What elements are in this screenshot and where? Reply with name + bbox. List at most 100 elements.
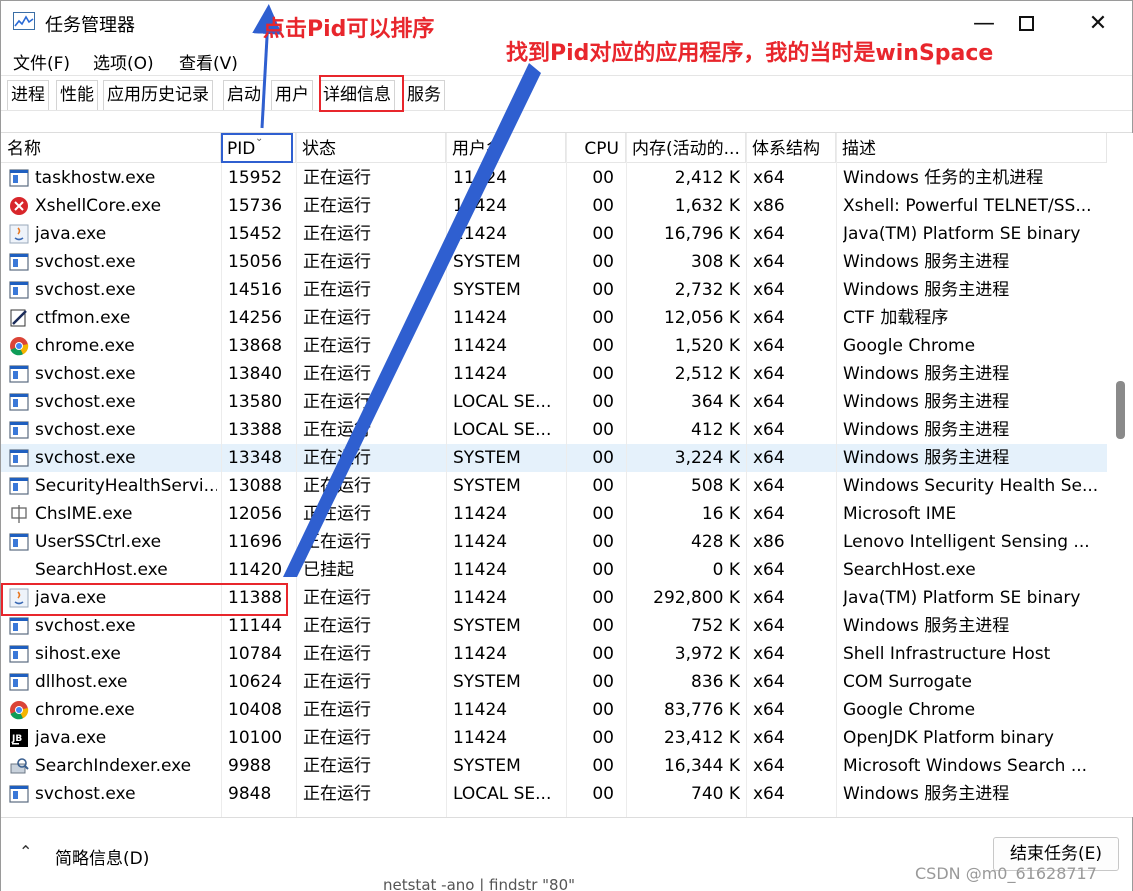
window-app-icon: [9, 476, 29, 496]
menu-options[interactable]: 选项(O): [93, 49, 154, 74]
cell-name: chrome.exe: [35, 336, 135, 356]
cell-user: 11424: [453, 504, 508, 524]
cell-memory: 412 K: [691, 420, 740, 440]
cell-cpu: 00: [592, 616, 614, 636]
table-row[interactable]: SecurityHealthServi... 13088 正在运行 SYSTEM 00 5…: [1, 472, 1107, 500]
tab-app-history[interactable]: 应用历史记录: [103, 80, 213, 110]
table-row[interactable]: JB java.exe 10100 正在运行 11424 00 23,412 K x64 Ope…: [1, 724, 1107, 752]
cell-arch: x64: [753, 364, 785, 384]
cell-status: 已挂起: [303, 560, 354, 580]
task-manager-window: 任务管理器 — ✕ 文件(F) 选项(O) 查看(V) 进程 性能 应用历史记录…: [0, 0, 1133, 891]
cell-pid: 12056: [228, 504, 283, 524]
cell-name: dllhost.exe: [35, 672, 128, 692]
column-divider: [566, 133, 567, 817]
table-row[interactable]: svchost.exe 11144 正在运行 SYSTEM 00 752 K x64 Wind…: [1, 612, 1107, 640]
tab-performance[interactable]: 性能: [56, 80, 98, 110]
cell-pid: 11144: [228, 616, 283, 636]
cell-arch: x64: [753, 672, 785, 692]
cell-user: 11424: [453, 588, 508, 608]
table-row[interactable]: svchost.exe 9848 正在运行 LOCAL SE... 00 740 K x64…: [1, 780, 1107, 808]
tab-startup[interactable]: 启动: [223, 80, 265, 110]
cell-status: 正在运行: [303, 308, 371, 328]
maximize-button[interactable]: [1003, 7, 1049, 39]
table-row[interactable]: java.exe 11388 正在运行 11424 00 292,800 K x64 Java…: [1, 584, 1107, 612]
tab-processes[interactable]: 进程: [7, 80, 49, 110]
scrollbar-thumb[interactable]: [1116, 381, 1125, 439]
window-app-icon: [9, 644, 29, 664]
cell-memory: 16 K: [701, 504, 740, 524]
cell-desc: Java(TM) Platform SE binary: [843, 224, 1081, 244]
column-divider: [746, 133, 747, 817]
column-header-user[interactable]: 用户名: [446, 133, 566, 163]
column-header-status[interactable]: 状态: [296, 133, 446, 163]
cell-status: 正在运行: [303, 672, 371, 692]
cell-pid: 9988: [228, 756, 272, 776]
cell-arch: x64: [753, 644, 785, 664]
cell-status: 正在运行: [303, 700, 371, 720]
cell-status: 正在运行: [303, 784, 371, 804]
cell-cpu: 00: [592, 336, 614, 356]
column-header-name[interactable]: 名称: [1, 133, 221, 163]
close-button[interactable]: ✕: [1075, 7, 1121, 39]
cell-desc: CTF 加载程序: [843, 308, 949, 328]
cell-status: 正在运行: [303, 168, 371, 188]
table-row[interactable]: chrome.exe 13868 正在运行 11424 00 1,520 K x64 Goog…: [1, 332, 1107, 360]
cell-cpu: 00: [592, 476, 614, 496]
table-row[interactable]: java.exe 15452 正在运行 11424 00 16,796 K x64 Java(…: [1, 220, 1107, 248]
table-row[interactable]: sihost.exe 10784 正在运行 11424 00 3,972 K x64 Shel…: [1, 640, 1107, 668]
table-row[interactable]: svchost.exe 13840 正在运行 11424 00 2,512 K x64 Win…: [1, 360, 1107, 388]
window-title: 任务管理器: [45, 15, 135, 36]
chevron-up-icon[interactable]: ⌃: [19, 842, 32, 861]
table-row[interactable]: dllhost.exe 10624 正在运行 SYSTEM 00 836 K x64 COM …: [1, 668, 1107, 696]
cell-pid: 9848: [228, 784, 272, 804]
cell-status: 正在运行: [303, 280, 371, 300]
table-row[interactable]: svchost.exe 13348 正在运行 SYSTEM 00 3,224 K x64 Wi…: [1, 444, 1107, 472]
menu-file[interactable]: 文件(F): [13, 49, 70, 74]
table-row[interactable]: SearchHost.exe 11420 已挂起 11424 00 0 K x64 Searc…: [1, 556, 1107, 584]
vertical-scrollbar[interactable]: [1107, 133, 1133, 817]
fewer-details-link[interactable]: 简略信息(D): [55, 844, 149, 869]
cell-user: SYSTEM: [453, 476, 521, 496]
sort-hint-annotation: 点击Pid可以排序: [263, 17, 435, 42]
table-row[interactable]: svchost.exe 13580 正在运行 LOCAL SE... 00 364 K x6…: [1, 388, 1107, 416]
table-row[interactable]: ChsIME.exe 12056 正在运行 11424 00 16 K x64 Microso…: [1, 500, 1107, 528]
table-row[interactable]: SearchIndexer.exe 9988 正在运行 SYSTEM 00 16,344 …: [1, 752, 1107, 780]
cell-cpu: 00: [592, 728, 614, 748]
column-header-cpu[interactable]: CPU: [566, 133, 626, 163]
cell-desc: Google Chrome: [843, 700, 976, 720]
cell-cpu: 00: [592, 532, 614, 552]
table-row[interactable]: UserSSCtrl.exe 11696 正在运行 11424 00 428 K x86 Le…: [1, 528, 1107, 556]
cell-desc: OpenJDK Platform binary: [843, 728, 1054, 748]
cell-pid: 13840: [228, 364, 283, 384]
cell-name: svchost.exe: [35, 784, 136, 804]
cell-memory: 0 K: [712, 560, 740, 580]
xshell-icon: [9, 196, 29, 216]
cell-arch: x64: [753, 616, 785, 636]
cell-cpu: 00: [592, 504, 614, 524]
column-header-arch[interactable]: 体系结构: [746, 133, 836, 163]
cell-desc: Windows 服务主进程: [843, 252, 1010, 272]
process-table: 名称 PID 状态 用户名 CPU 内存(活动的... 体系结构 描述 ⌄ ta…: [1, 133, 1107, 817]
window-app-icon: [9, 392, 29, 412]
menu-view[interactable]: 查看(V): [179, 49, 238, 74]
column-header-description[interactable]: 描述: [836, 133, 1107, 163]
tab-details[interactable]: 详细信息: [319, 80, 395, 110]
chrome-icon: [9, 336, 29, 356]
table-row[interactable]: chrome.exe 10408 正在运行 11424 00 83,776 K x64 Goo…: [1, 696, 1107, 724]
table-row[interactable]: svchost.exe 14516 正在运行 SYSTEM 00 2,732 K x64 Wi…: [1, 276, 1107, 304]
table-row[interactable]: svchost.exe 15056 正在运行 SYSTEM 00 308 K x64 Wind…: [1, 248, 1107, 276]
tab-services[interactable]: 服务: [403, 80, 445, 110]
table-row[interactable]: svchost.exe 13388 正在运行 LOCAL SE... 00 412 K x6…: [1, 416, 1107, 444]
column-header-memory[interactable]: 内存(活动的...: [626, 133, 746, 163]
cell-memory: 508 K: [691, 476, 740, 496]
cell-desc: Windows 服务主进程: [843, 280, 1010, 300]
cell-status: 正在运行: [303, 252, 371, 272]
table-row[interactable]: taskhostw.exe 15952 正在运行 11424 00 2,412 K x64 W…: [1, 164, 1107, 192]
table-row[interactable]: ctfmon.exe 14256 正在运行 11424 00 12,056 K x64 CTF…: [1, 304, 1107, 332]
cell-user: 11424: [453, 700, 508, 720]
cell-memory: 428 K: [691, 532, 740, 552]
table-row[interactable]: XshellCore.exe 15736 正在运行 11424 00 1,632 K x86…: [1, 192, 1107, 220]
cell-cpu: 00: [592, 224, 614, 244]
cell-user: SYSTEM: [453, 756, 521, 776]
tab-users[interactable]: 用户: [271, 80, 313, 110]
